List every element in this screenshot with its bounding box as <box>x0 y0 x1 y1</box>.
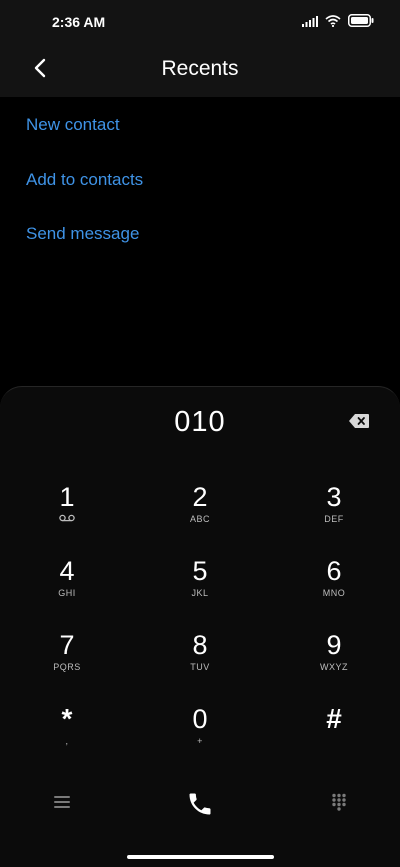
dialed-number: 010 <box>174 406 226 438</box>
signal-icon <box>302 14 318 32</box>
key-letters: JKL <box>191 588 209 598</box>
key-digit: 9 <box>326 630 342 660</box>
key-digit: 3 <box>326 482 342 512</box>
key-letters: MNO <box>322 588 346 598</box>
key-4[interactable]: 4 GHI <box>17 556 117 620</box>
key-star[interactable]: * , <box>17 704 117 768</box>
key-letters: WXYZ <box>320 662 348 672</box>
backspace-button[interactable] <box>346 413 372 433</box>
key-5[interactable]: 5 JKL <box>150 556 250 620</box>
key-digit: * <box>61 703 73 734</box>
key-digit: 7 <box>59 630 75 660</box>
backspace-icon <box>348 413 370 434</box>
key-digit: 8 <box>192 630 208 660</box>
home-indicator[interactable] <box>127 855 274 859</box>
key-digit: 2 <box>192 482 208 512</box>
key-3[interactable]: 3 DEF <box>284 482 384 546</box>
battery-icon <box>348 14 374 32</box>
key-digit: # <box>326 703 342 734</box>
key-6[interactable]: 6 MNO <box>284 556 384 620</box>
voicemail-icon <box>17 514 117 524</box>
key-hash[interactable]: # <box>284 704 384 768</box>
key-8[interactable]: 8 TUV <box>150 630 250 694</box>
new-contact-link[interactable]: New contact <box>26 115 120 135</box>
key-letters: DEF <box>324 514 344 524</box>
key-digit: 5 <box>192 556 208 586</box>
send-message-link[interactable]: Send message <box>26 224 139 244</box>
wifi-icon <box>325 14 341 32</box>
key-letters: ABC <box>189 514 210 524</box>
key-digit: 4 <box>59 556 75 586</box>
key-9[interactable]: 9 WXYZ <box>284 630 384 694</box>
menu-icon <box>54 795 70 814</box>
status-bar: 2:36 AM <box>0 0 400 44</box>
key-letters: + <box>197 736 203 746</box>
dialpad-toggle-button[interactable] <box>325 790 353 818</box>
key-letters: PQRS <box>53 662 81 672</box>
key-digit: 1 <box>59 482 75 512</box>
key-letters: TUV <box>190 662 210 672</box>
call-button[interactable] <box>182 788 218 824</box>
status-time: 2:36 AM <box>52 14 106 30</box>
key-letters: , <box>65 736 69 746</box>
key-letters: GHI <box>58 588 76 598</box>
key-digit: 0 <box>192 704 208 734</box>
key-7[interactable]: 7 PQRS <box>17 630 117 694</box>
key-0[interactable]: 0 + <box>150 704 250 768</box>
key-digit: 6 <box>326 556 342 586</box>
status-icons <box>302 14 374 32</box>
key-1[interactable]: 1 <box>17 482 117 546</box>
page-title: Recents <box>161 57 239 80</box>
app-bar: Recents <box>0 44 400 97</box>
add-to-contacts-link[interactable]: Add to contacts <box>26 170 143 190</box>
menu-button[interactable] <box>48 790 76 818</box>
key-2[interactable]: 2 ABC <box>150 482 250 546</box>
phone-icon <box>186 790 214 823</box>
dialpad-grid-icon <box>331 793 347 816</box>
